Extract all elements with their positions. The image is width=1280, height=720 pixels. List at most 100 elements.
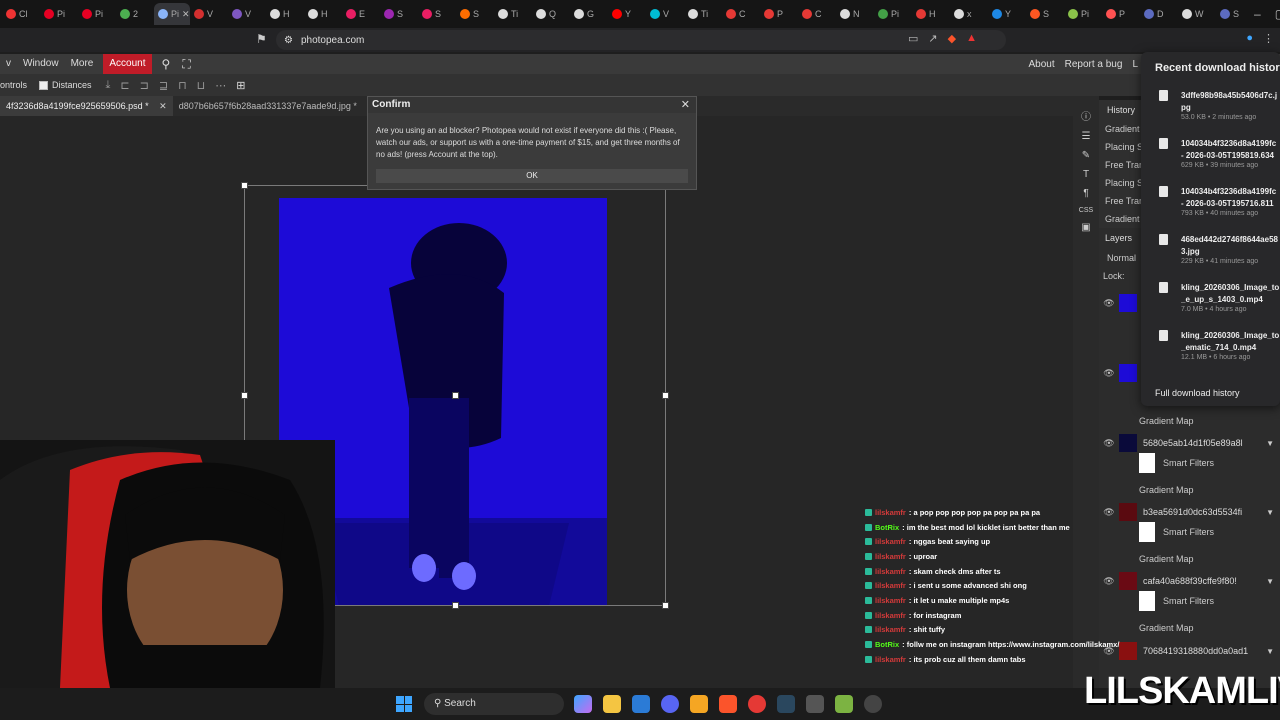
browser-tab[interactable]: Cl [2, 3, 40, 25]
maximize-icon[interactable]: ▢ [1275, 7, 1280, 21]
align-left-icon[interactable]: ⊏ [120, 79, 129, 92]
site-info-icon[interactable]: ⚙ [284, 35, 293, 46]
chevron-down-icon[interactable]: ▼ [1266, 647, 1274, 656]
cast-icon[interactable]: ▭ [908, 32, 918, 45]
browser-tab[interactable]: Y [988, 3, 1026, 25]
browser-tab[interactable]: Pi [874, 3, 912, 25]
gradient-map-row[interactable]: Gradient Map [1139, 483, 1280, 497]
download-item[interactable]: 104034b4f3236d8a4199fc - 2026-03-05T1957… [1141, 186, 1280, 232]
steam-icon[interactable] [777, 695, 795, 713]
transform-handle[interactable] [241, 392, 248, 399]
browser-tab[interactable]: S [456, 3, 494, 25]
browser-tab[interactable]: Y [608, 3, 646, 25]
download-item[interactable]: kling_20260306_Image_to_e_up_s_1403_0.mp… [1141, 282, 1280, 328]
browser-tab[interactable]: S [418, 3, 456, 25]
brush-icon[interactable]: ✎ [1082, 150, 1090, 161]
url-bar[interactable]: ⚙ photopea.com [276, 30, 1006, 50]
paragraph-icon[interactable]: ¶ [1083, 188, 1088, 199]
chevron-down-icon[interactable]: ▼ [1266, 508, 1274, 517]
browser-tab[interactable]: H [266, 3, 304, 25]
browser-tab[interactable]: Pi [40, 3, 78, 25]
browser-tab[interactable]: S [380, 3, 418, 25]
browser-tab[interactable]: V [646, 3, 684, 25]
browser-tab[interactable]: P [760, 3, 798, 25]
browser-tab[interactable]: G [570, 3, 608, 25]
about-link[interactable]: About [1028, 59, 1054, 70]
smart-filters-row[interactable]: Smart Filters [1139, 453, 1280, 473]
close-icon[interactable]: ✕ [159, 101, 167, 111]
bookmark-icon[interactable]: ⚑ [256, 32, 267, 46]
browser-tab[interactable]: S [1026, 3, 1064, 25]
download-icon[interactable]: ⤓ [106, 79, 111, 92]
app-icon[interactable] [806, 695, 824, 713]
browser-tab[interactable]: V [190, 3, 228, 25]
search-icon[interactable]: ⚲ [162, 57, 171, 72]
doc-tab-jpg[interactable]: d807b6b657f6b28aad331337e7aade9d.jpg * [173, 96, 363, 116]
copilot-icon[interactable] [574, 695, 592, 713]
align-right-icon[interactable]: ⊒ [159, 79, 168, 92]
browser-tab[interactable]: x [950, 3, 988, 25]
properties-icon[interactable]: ☰ [1082, 131, 1091, 142]
full-download-history-link[interactable]: Full download history [1155, 388, 1240, 398]
app-icon[interactable] [835, 695, 853, 713]
info-icon[interactable]: ⓘ [1081, 108, 1091, 123]
login-link[interactable]: L [1132, 59, 1138, 70]
transform-handle[interactable] [241, 182, 248, 189]
menu-item-more[interactable]: More [65, 54, 100, 74]
gradient-map-row[interactable]: Gradient Map [1139, 414, 1280, 428]
menu-item-window[interactable]: Window [17, 54, 65, 74]
file-explorer-icon[interactable] [603, 695, 621, 713]
ok-button[interactable]: OK [376, 169, 688, 183]
brave-shield-icon[interactable]: ◆ [948, 32, 956, 45]
chevron-down-icon[interactable]: ▼ [1266, 577, 1274, 586]
image-icon[interactable]: ▣ [1081, 222, 1090, 233]
close-icon[interactable]: ✕ [681, 98, 690, 111]
minimize-icon[interactable]: – [1254, 7, 1261, 21]
download-item[interactable]: 104034b4f3236d8a4199fc - 2026-03-05T1958… [1141, 138, 1280, 184]
taskbar-search[interactable]: ⚲ Search [424, 693, 564, 715]
browser-tab[interactable]: Pi [78, 3, 116, 25]
browser-tab[interactable]: C [798, 3, 836, 25]
gradient-map-row[interactable]: Gradient Map [1139, 552, 1280, 566]
transform-handle[interactable] [662, 392, 669, 399]
browser-tab[interactable]: 2 [116, 3, 154, 25]
browser-tab[interactable]: Q [532, 3, 570, 25]
browser-tab[interactable]: N [836, 3, 874, 25]
doc-tab-psd[interactable]: 4f3236d8a4199fce925659506.psd * ✕ [0, 96, 173, 116]
gradient-map-row[interactable]: Gradient Map [1139, 621, 1280, 635]
browser-tab[interactable]: E [342, 3, 380, 25]
report-bug-link[interactable]: Report a bug [1065, 59, 1123, 70]
grid-icon[interactable]: ⊞ [236, 79, 245, 92]
download-item[interactable]: 468ed442d2746f8644ae583.jpg 229 KB • 41 … [1141, 234, 1280, 280]
smart-filters-row[interactable]: Smart Filters [1139, 522, 1280, 542]
profile-icon[interactable]: ● [1246, 32, 1253, 45]
browser-tab[interactable]: D [1140, 3, 1178, 25]
share-icon[interactable]: ↗ [928, 32, 937, 45]
fullscreen-icon[interactable]: ⛶ [182, 57, 190, 72]
windows-start-icon[interactable] [396, 696, 412, 712]
close-icon[interactable]: ✕ [182, 9, 190, 20]
brave-icon[interactable] [719, 695, 737, 713]
distribute-icon[interactable]: ⋯ [215, 79, 226, 92]
menu-item-v[interactable]: v [0, 54, 17, 74]
browser-tab[interactable]: H [304, 3, 342, 25]
app-icon[interactable] [690, 695, 708, 713]
browser-tab[interactable]: V [228, 3, 266, 25]
rewards-icon[interactable]: ▲ [966, 32, 977, 45]
align-center-icon[interactable]: ⊐ [140, 79, 149, 92]
transform-handle[interactable] [662, 602, 669, 609]
layer-row[interactable]: 👁 5680e5ab14d1f05e89a8l ▼ [1099, 432, 1280, 454]
download-item[interactable]: kling_20260306_Image_to_ematic_714_0.mp4… [1141, 330, 1280, 376]
browser-tab[interactable]: Ti [684, 3, 722, 25]
align-middle-icon[interactable]: ⊔ [197, 79, 206, 92]
character-icon[interactable]: T [1083, 169, 1089, 180]
browser-tab[interactable]: Ti [494, 3, 532, 25]
distances-checkbox[interactable] [39, 80, 49, 90]
account-button[interactable]: Account [103, 54, 152, 74]
transform-handle[interactable] [452, 602, 459, 609]
browser-tab[interactable]: H [912, 3, 950, 25]
eye-icon[interactable]: 👁 [1099, 368, 1119, 379]
discord-icon[interactable] [661, 695, 679, 713]
browser-tab[interactable]: Pi ✕ [154, 3, 190, 25]
app-icon[interactable] [748, 695, 766, 713]
